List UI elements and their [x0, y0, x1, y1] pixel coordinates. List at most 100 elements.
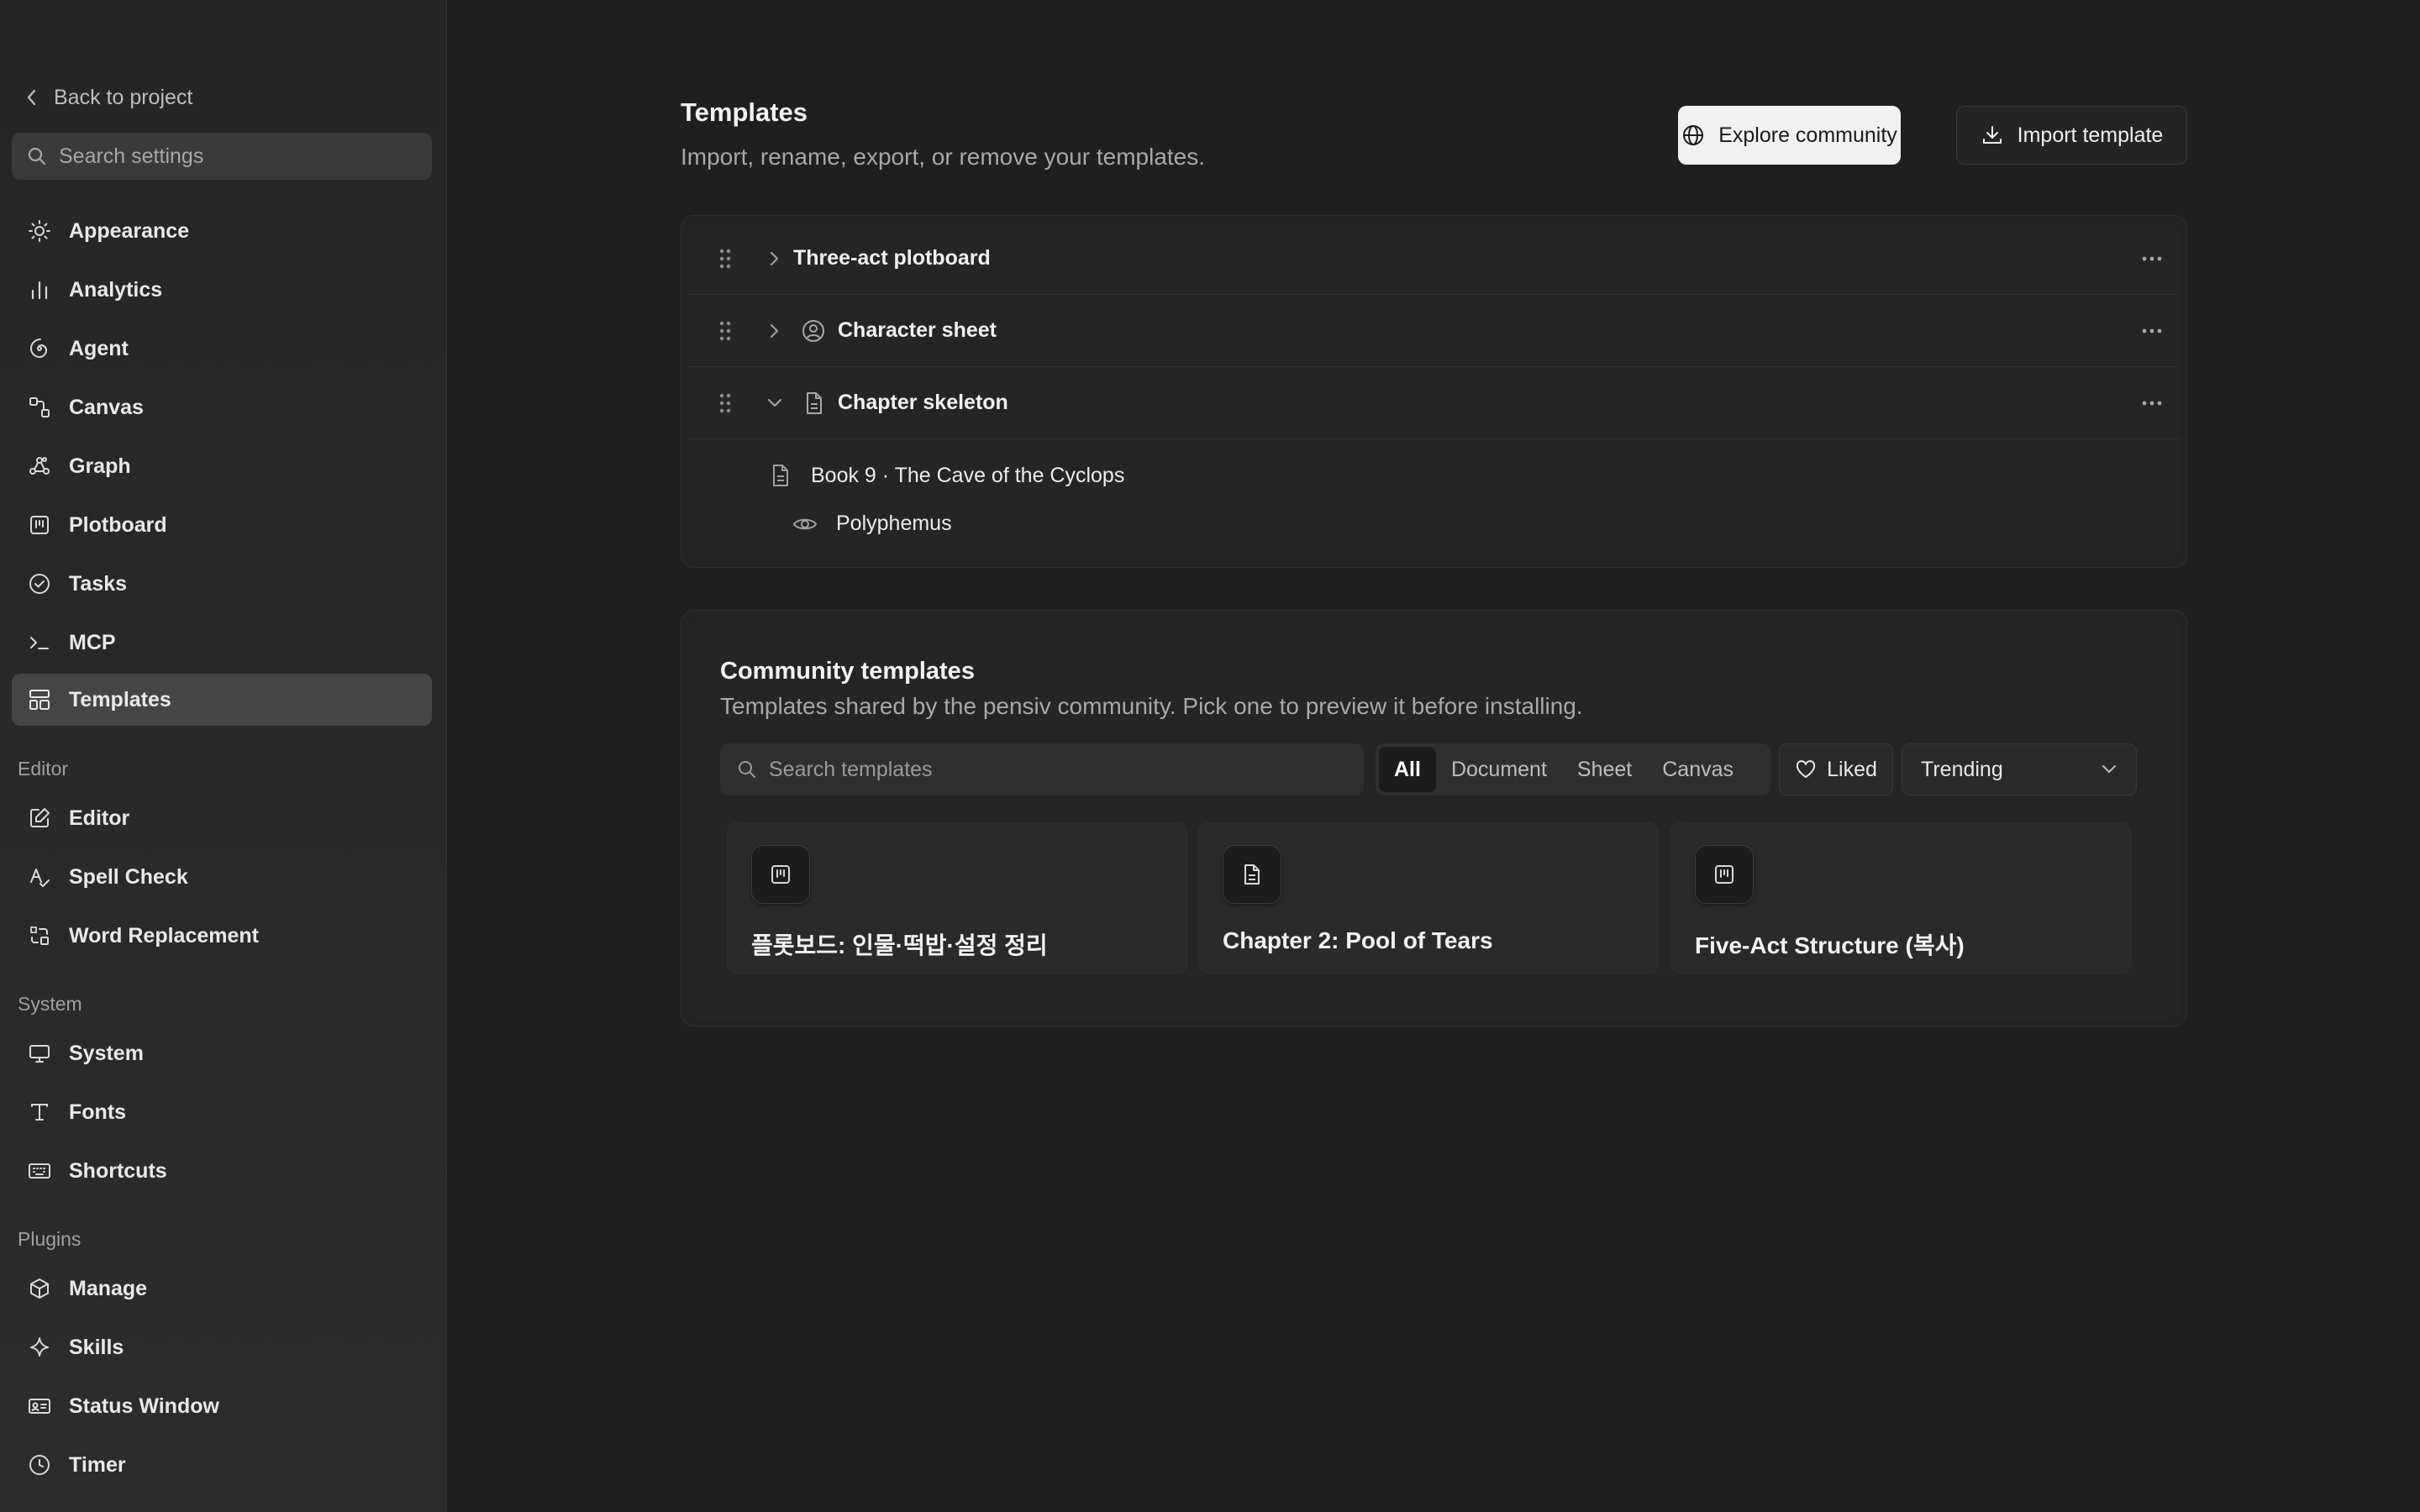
sidebar-item-label: Tasks	[69, 571, 128, 596]
template-search-input[interactable]: Search templates	[720, 743, 1364, 795]
drag-handle-icon[interactable]	[718, 320, 732, 342]
sort-value: Trending	[1921, 757, 2003, 781]
sidebar-item-word-replacement[interactable]: Word Replacement	[12, 910, 432, 962]
template-child-item[interactable]: Polyphemus	[792, 512, 952, 536]
type-icon	[27, 1100, 52, 1125]
plotboard-icon	[751, 845, 810, 904]
template-name: Character sheet	[838, 318, 997, 342]
monitor-icon	[27, 1041, 52, 1066]
sidebar-item-canvas[interactable]: Canvas	[12, 381, 432, 433]
sidebar-item-label: Analytics	[69, 277, 163, 302]
sidebar-item-label: Fonts	[69, 1100, 127, 1124]
sidebar-item-skills[interactable]: Skills	[12, 1321, 432, 1373]
spiral-icon	[27, 336, 52, 361]
sidebar-item-label: Timer	[69, 1452, 126, 1477]
document-icon	[801, 391, 826, 416]
user-circle-icon	[801, 318, 826, 344]
community-subtitle: Templates shared by the pensiv community…	[720, 693, 1583, 719]
explore-community-label: Explore community	[1718, 123, 1897, 147]
package-icon	[27, 1276, 52, 1301]
sidebar-item-label: Shortcuts	[69, 1158, 167, 1183]
drag-handle-icon[interactable]	[718, 248, 732, 270]
community-template-card[interactable]: Five-Act Structure (복사)	[1670, 822, 2131, 974]
child-label: Book 9 · The Cave of the Cyclops	[811, 463, 1125, 487]
sidebar-item-spell-check[interactable]: Spell Check	[12, 851, 432, 903]
search-icon	[27, 146, 47, 166]
chevron-down-icon[interactable]	[765, 396, 784, 410]
liked-filter-button[interactable]: Liked	[1779, 743, 1893, 795]
sidebar-item-agent[interactable]: Agent	[12, 323, 432, 375]
sidebar-item-label: Spell Check	[69, 864, 188, 889]
sidebar-item-label: System	[69, 1041, 144, 1065]
template-row[interactable]: Chapter skeleton	[688, 367, 2180, 439]
sidebar-item-label: Manage	[69, 1276, 148, 1300]
sidebar-item-label: Templates	[69, 687, 171, 711]
settings-search-input[interactable]: Search settings	[12, 133, 432, 180]
chevron-right-icon[interactable]	[767, 322, 781, 340]
import-template-label: Import template	[2017, 123, 2164, 147]
templates-settings-page: Templates Import, rename, export, or rem…	[448, 0, 2420, 1512]
sidebar-item-templates[interactable]: Templates	[12, 674, 432, 726]
edit-icon	[27, 806, 52, 831]
terminal-icon	[27, 630, 52, 655]
filter-tab-all[interactable]: All	[1379, 747, 1436, 792]
drag-handle-icon[interactable]	[718, 392, 732, 414]
liked-label: Liked	[1827, 757, 1877, 781]
template-row[interactable]: Character sheet	[688, 295, 2180, 367]
template-name: Chapter skeleton	[838, 391, 1008, 414]
filter-tab-sheet[interactable]: Sheet	[1562, 747, 1647, 792]
sidebar-item-plotboard[interactable]: Plotboard	[12, 499, 432, 551]
sidebar-item-label: Editor	[69, 806, 130, 830]
sidebar-item-timer[interactable]: Timer	[12, 1439, 432, 1491]
sort-select[interactable]: Trending	[1902, 743, 2137, 795]
sidebar-item-analytics[interactable]: Analytics	[12, 264, 432, 316]
templates-list: Three-act plotboard Character sheet Chap…	[681, 215, 2187, 568]
sidebar-item-label: Plotboard	[69, 512, 167, 537]
sun-icon	[27, 218, 52, 244]
chevron-right-icon[interactable]	[767, 249, 781, 268]
sidebar-item-editor[interactable]: Editor	[12, 792, 432, 844]
canvas-icon	[27, 395, 52, 420]
sidebar-item-fonts[interactable]: Fonts	[12, 1086, 432, 1138]
settings-window: Back to project Search settings Appearan…	[0, 0, 2420, 1512]
more-options-icon[interactable]	[2141, 328, 2163, 334]
community-template-card[interactable]: Chapter 2: Pool of Tears	[1198, 822, 1659, 974]
explore-community-button[interactable]: Explore community	[1678, 106, 1901, 165]
chevron-left-icon	[25, 88, 39, 107]
template-name: Three-act plotboard	[793, 246, 991, 270]
sidebar-item-label: Appearance	[69, 218, 190, 243]
import-template-button[interactable]: Import template	[1956, 106, 2187, 165]
template-child-item[interactable]: Book 9 · The Cave of the Cyclops	[769, 463, 1124, 488]
sidebar-item-shortcuts[interactable]: Shortcuts	[12, 1145, 432, 1197]
filter-tab-canvas[interactable]: Canvas	[1647, 747, 1749, 792]
sidebar-item-label: MCP	[69, 630, 116, 654]
sidebar-item-graph[interactable]: Graph	[12, 440, 432, 492]
community-template-card[interactable]: 플롯보드: 인물·떡밥·설정 정리	[727, 822, 1187, 974]
plotboard-icon	[27, 512, 52, 538]
sidebar-item-label: Canvas	[69, 395, 144, 419]
sidebar-item-system[interactable]: System	[12, 1027, 432, 1079]
sidebar-item-status-window[interactable]: Status Window	[12, 1380, 432, 1432]
template-row[interactable]: Three-act plotboard	[688, 223, 2180, 295]
graph-icon	[27, 454, 52, 479]
community-template-grid: 플롯보드: 인물·떡밥·설정 정리 Chapter 2: Pool of Tea…	[720, 816, 2137, 980]
back-label: Back to project	[54, 85, 193, 109]
sidebar-item-tasks[interactable]: Tasks	[12, 558, 432, 610]
document-icon	[769, 463, 792, 488]
page-title: Templates	[681, 97, 808, 127]
eye-icon	[792, 515, 818, 533]
sparkle-icon	[27, 1335, 52, 1360]
back-to-project-link[interactable]: Back to project	[25, 81, 192, 114]
spell-check-icon	[27, 864, 52, 890]
download-icon	[1981, 123, 2004, 147]
more-options-icon[interactable]	[2141, 255, 2163, 262]
sidebar-item-appearance[interactable]: Appearance	[12, 205, 432, 257]
sidebar-item-label: Agent	[69, 336, 129, 360]
keyboard-icon	[27, 1158, 52, 1184]
sidebar-item-mcp[interactable]: MCP	[12, 617, 432, 669]
sidebar-item-label: Skills	[69, 1335, 124, 1359]
globe-icon	[1681, 123, 1705, 147]
more-options-icon[interactable]	[2141, 400, 2163, 407]
filter-tab-document[interactable]: Document	[1436, 747, 1562, 792]
sidebar-item-manage[interactable]: Manage	[12, 1263, 432, 1315]
